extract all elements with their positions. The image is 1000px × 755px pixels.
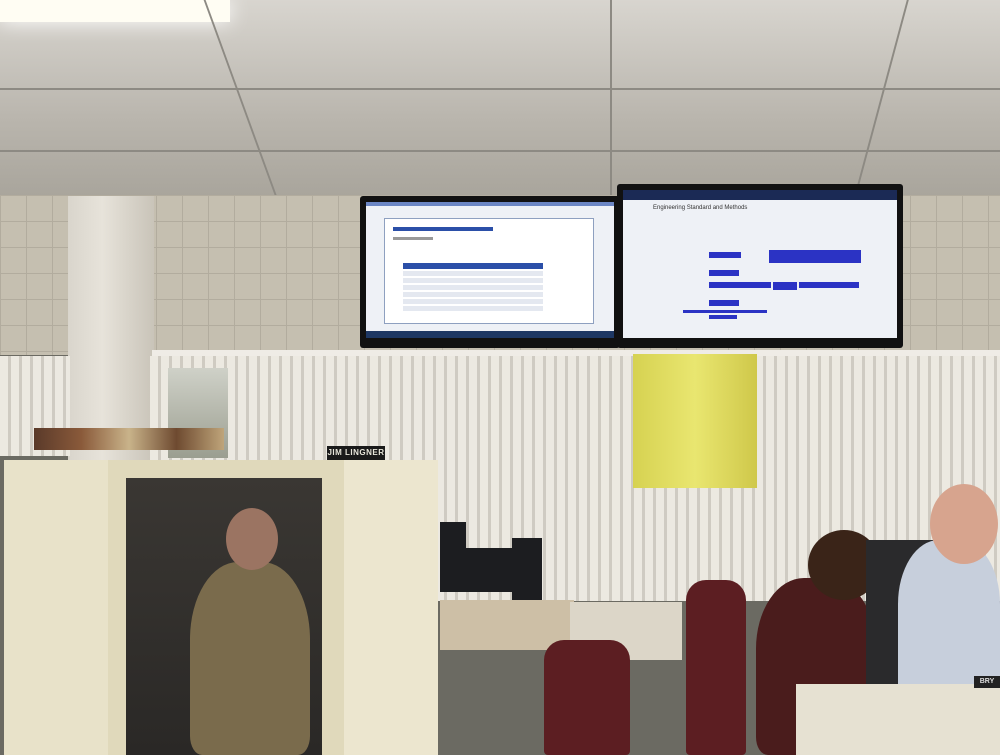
screen-title: Engineering Standard and Methods (653, 205, 748, 211)
person-in-cubicle (190, 562, 310, 755)
office-scene: Engineering Standard and Methods JIM LIN… (0, 0, 1000, 755)
gantt-bar (773, 282, 797, 290)
yellow-fabric-panel (633, 354, 757, 488)
cubicle-partition (796, 684, 1000, 755)
cubicle-door (344, 460, 438, 755)
left-monitor (360, 196, 620, 348)
taskbar (366, 331, 614, 338)
gantt-bar (709, 315, 737, 319)
cubicle-nameplate-right: BRY (974, 676, 1000, 688)
app-header (623, 190, 897, 200)
office-chair (544, 640, 630, 755)
cubicle-wall (4, 460, 108, 755)
report-window (384, 218, 594, 324)
report-heading (393, 237, 433, 240)
office-chair (686, 580, 746, 755)
gantt-bar (799, 282, 859, 288)
table-row (403, 292, 543, 297)
ceiling-grid-line (610, 0, 612, 200)
gantt-bar (683, 310, 767, 313)
table-row (403, 271, 543, 276)
report-table-header (403, 263, 543, 269)
ceiling-grid-line (0, 88, 1000, 90)
gantt-bar (709, 270, 739, 276)
person-head (930, 484, 998, 564)
ceiling (0, 0, 1000, 200)
report-tabs (393, 227, 493, 231)
browser-titlebar (366, 202, 614, 206)
desk-monitor (462, 548, 518, 592)
person-head (226, 508, 278, 570)
table-row (403, 278, 543, 283)
ceiling-grid-line (0, 150, 1000, 152)
ceiling-light (0, 0, 230, 22)
table-row (403, 285, 543, 290)
pillar (68, 196, 154, 466)
table-row (403, 306, 543, 311)
gantt-bar (709, 282, 771, 288)
table-row (403, 299, 543, 304)
right-monitor-screen: Engineering Standard and Methods (623, 190, 897, 338)
right-monitor: Engineering Standard and Methods (617, 184, 903, 348)
cubicle-nameplate: JIM LINGNER (327, 446, 385, 460)
gantt-bar (709, 252, 741, 258)
gantt-bar (769, 250, 861, 263)
books-on-shelf (34, 428, 224, 450)
gantt-bar (709, 300, 739, 306)
left-monitor-screen (366, 202, 614, 338)
